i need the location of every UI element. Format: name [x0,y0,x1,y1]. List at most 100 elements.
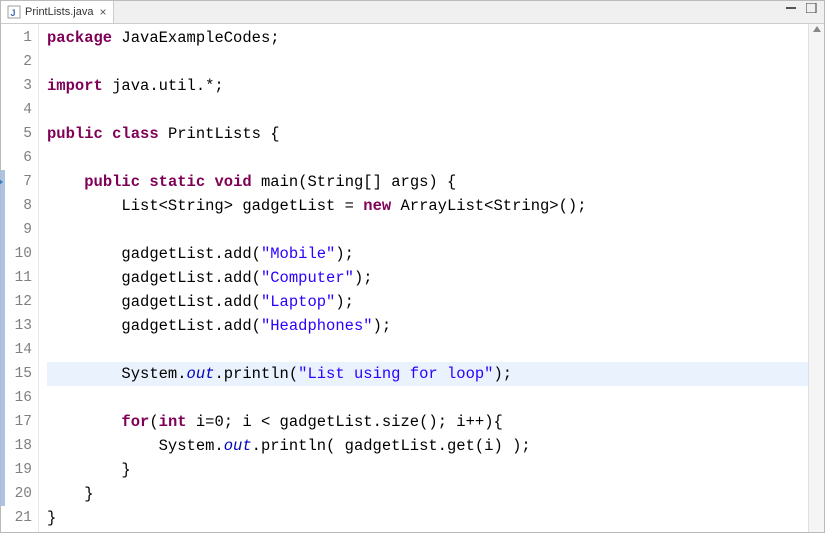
close-icon[interactable]: × [99,5,106,19]
line-gutter: 1234567-89101112131415161718192021 [1,24,39,532]
token: ); [354,269,373,287]
token: .println( [214,365,298,383]
line-number: 12 [1,290,32,314]
editor-tab[interactable]: J PrintLists.java × [1,1,114,23]
line-number: 19 [1,458,32,482]
scroll-up-arrow[interactable] [813,26,821,32]
line-number: 14 [1,338,32,362]
change-marker [1,218,5,242]
token: void [214,173,251,191]
token: package [47,29,112,47]
token: out [224,437,252,455]
token: gadgetList.add( [47,245,261,263]
code-line[interactable] [47,218,824,242]
code-area[interactable]: package JavaExampleCodes; import java.uti… [39,24,824,532]
code-line[interactable]: } [47,458,824,482]
token: new [363,197,391,215]
token: ); [335,245,354,263]
line-number: 7- [1,170,32,194]
change-marker [1,434,5,458]
token [47,413,121,431]
line-number: 17 [1,410,32,434]
code-line[interactable] [47,386,824,410]
token: System. [47,365,187,383]
line-number: 11 [1,266,32,290]
token: ArrayList<String>(); [391,197,586,215]
line-number: 5 [1,122,32,146]
maximize-icon[interactable] [806,3,818,13]
code-line[interactable]: System.out.println( gadgetList.get(i) ); [47,434,824,458]
change-marker [1,242,5,266]
token: main(String[] args) { [252,173,457,191]
line-number: 13 [1,314,32,338]
code-editor[interactable]: 1234567-89101112131415161718192021 packa… [1,24,824,532]
line-number: 21 [1,506,32,530]
svg-text:J: J [11,8,16,18]
token: "Mobile" [261,245,335,263]
code-line[interactable] [47,98,824,122]
token: class [112,125,159,143]
line-number: 10 [1,242,32,266]
token: JavaExampleCodes; [112,29,279,47]
token: out [187,365,215,383]
code-line[interactable]: for(int i=0; i < gadgetList.size(); i++)… [47,410,824,434]
token: "Computer" [261,269,354,287]
change-marker [1,290,5,314]
token: for [121,413,149,431]
token: gadgetList.add( [47,269,261,287]
code-line[interactable]: gadgetList.add("Laptop"); [47,290,824,314]
token: } [47,509,56,527]
token: } [47,461,131,479]
code-line[interactable]: gadgetList.add("Computer"); [47,266,824,290]
window-controls [786,3,818,13]
token: public [47,125,103,143]
token: gadgetList.add( [47,317,261,335]
token: static [149,173,205,191]
token: "Laptop" [261,293,335,311]
token: i=0; i < gadgetList.size(); i++){ [187,413,503,431]
code-line[interactable]: System.out.println("List using for loop"… [47,362,824,386]
token [103,125,112,143]
token: PrintLists { [159,125,280,143]
token [140,173,149,191]
token: List<String> gadgetList = [47,197,363,215]
line-number: 3 [1,74,32,98]
change-marker [1,266,5,290]
token: gadgetList.add( [47,293,261,311]
line-number: 8 [1,194,32,218]
code-line[interactable]: public static void main(String[] args) { [47,170,824,194]
token: java.util.*; [103,77,224,95]
change-marker [1,386,5,410]
token: System. [47,437,224,455]
change-marker [1,314,5,338]
code-line[interactable]: import java.util.*; [47,74,824,98]
token: ); [494,365,513,383]
tab-filename: PrintLists.java [25,6,93,18]
line-number: 16 [1,386,32,410]
line-number: 6 [1,146,32,170]
code-line[interactable]: public class PrintLists { [47,122,824,146]
line-number: 18 [1,434,32,458]
token: .println( gadgetList.get(i) ); [252,437,531,455]
token: } [47,485,94,503]
vertical-scrollbar[interactable] [808,24,824,532]
token: int [159,413,187,431]
code-line[interactable] [47,50,824,74]
override-indicator-icon[interactable] [0,178,3,186]
change-marker [1,458,5,482]
line-number: 20 [1,482,32,506]
change-marker [1,338,5,362]
code-line[interactable]: List<String> gadgetList = new ArrayList<… [47,194,824,218]
code-line[interactable]: package JavaExampleCodes; [47,26,824,50]
code-line[interactable]: gadgetList.add("Mobile"); [47,242,824,266]
minimize-icon[interactable] [786,3,798,13]
code-line[interactable]: gadgetList.add("Headphones"); [47,314,824,338]
code-line[interactable]: } [47,506,824,530]
change-marker [1,194,5,218]
token: "Headphones" [261,317,373,335]
java-file-icon: J [7,5,21,19]
code-line[interactable] [47,146,824,170]
code-line[interactable] [47,338,824,362]
change-marker [1,362,5,386]
code-line[interactable]: } [47,482,824,506]
